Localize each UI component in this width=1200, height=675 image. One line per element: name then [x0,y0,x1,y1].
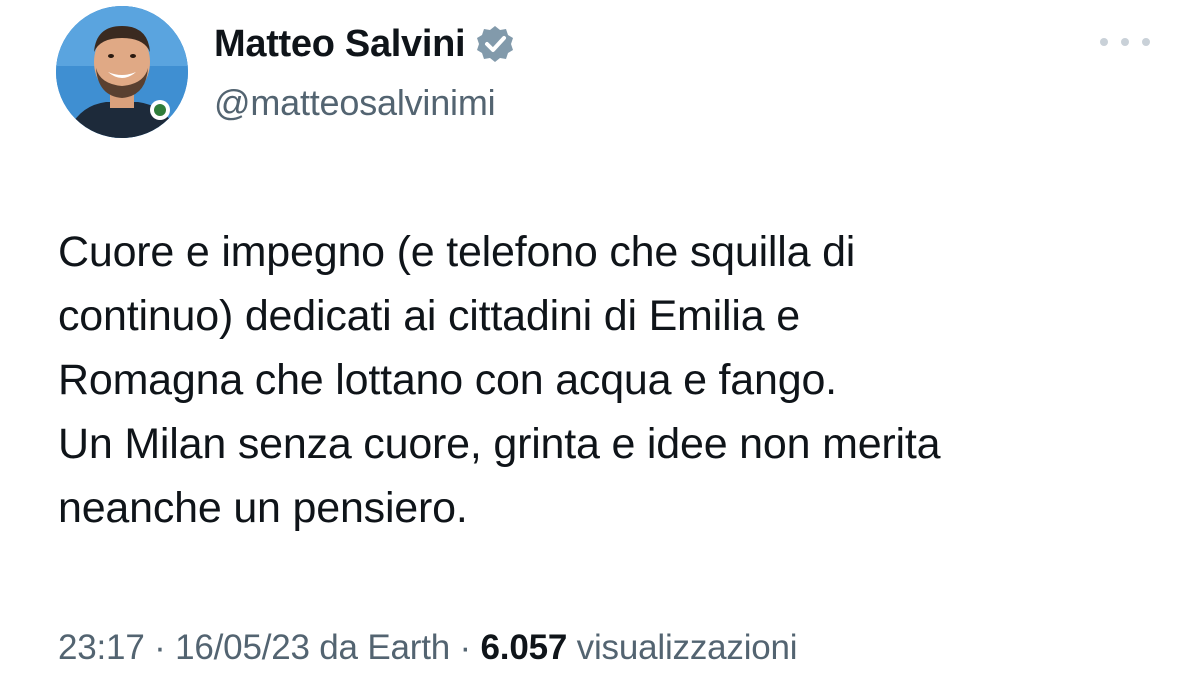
meta-separator: · [154,628,166,667]
views-label: visualizzazioni [576,628,798,667]
avatar[interactable] [56,6,188,138]
tweet-time[interactable]: 23:17 [58,628,145,667]
more-dot-icon [1100,38,1108,46]
more-dot-icon [1121,38,1129,46]
author-name-row: Matteo Salvini [214,22,515,66]
author-handle[interactable]: @matteosalvinimi [214,82,496,124]
verified-badge-icon [477,26,514,62]
tweet-text-line: continuo) dedicati ai cittadini di Emili… [58,292,800,340]
tweet-source: da Earth [319,628,451,667]
tweet-text-line: Cuore e impegno (e telefono che squilla … [58,228,856,276]
views-count[interactable]: 6.057 [481,628,568,667]
author-display-name[interactable]: Matteo Salvini [214,23,466,66]
tweet-text-line: neanche un pensiero. [58,484,468,532]
more-horizontal-icon[interactable] [1100,30,1150,54]
tweet-date[interactable]: 16/05/23 [175,628,310,667]
more-dot-icon [1142,38,1150,46]
tweet-card: Matteo Salvini @matteosalvinimi Cuore e … [0,0,1200,675]
tweet-meta: 23:17 · 16/05/23 da Earth · 6.057 visual… [58,628,798,668]
tweet-text-line: Romagna che lottano con acqua e fango. [58,356,837,404]
tweet-text: Cuore e impegno (e telefono che squilla … [58,220,1158,540]
tweet-text-line: Un Milan senza cuore, grinta e idee non … [58,420,941,468]
meta-separator: · [459,628,472,667]
profile-photo-icon [56,6,188,138]
